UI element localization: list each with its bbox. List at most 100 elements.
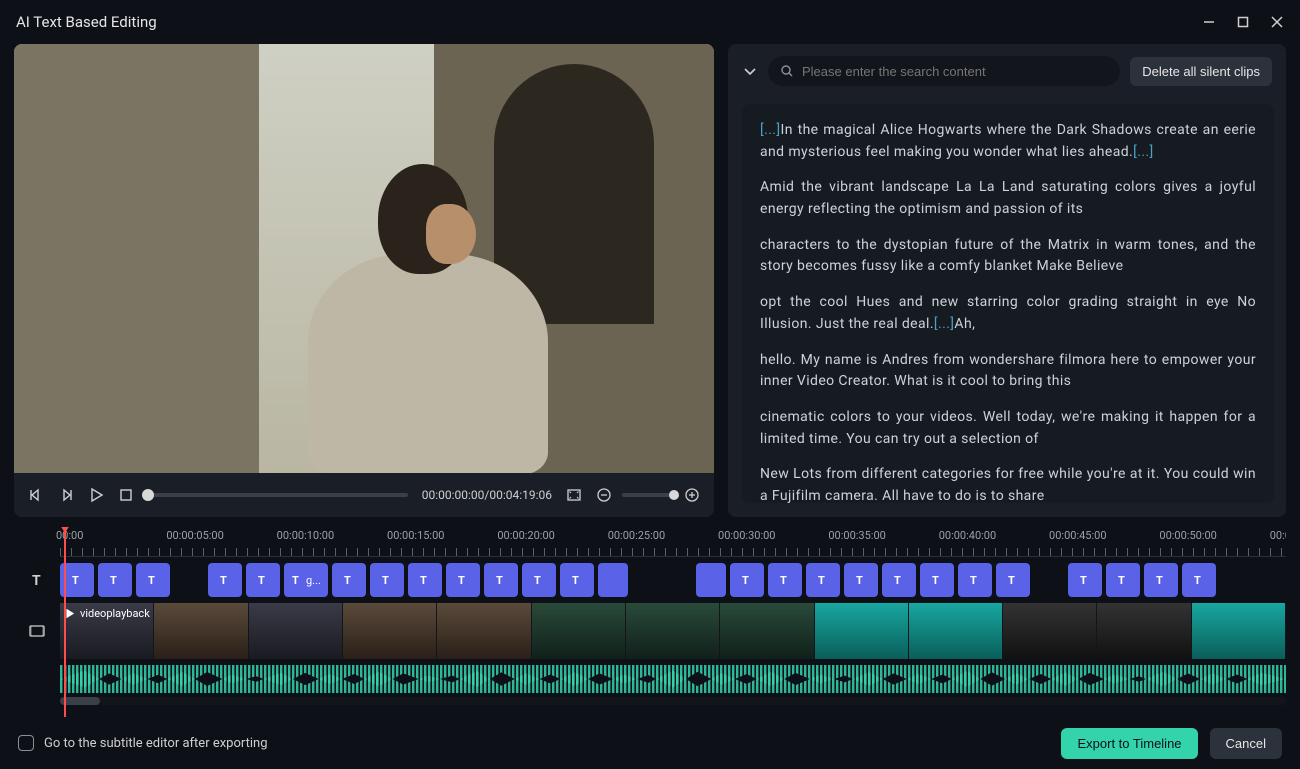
svg-text:T: T (220, 574, 227, 587)
svg-text:T: T (496, 574, 503, 587)
svg-text:T: T (932, 574, 939, 587)
transcript-body[interactable]: [...]In the magical Alice Hogwarts where… (742, 104, 1274, 503)
text-track: T T T T T T Tg... T T T T T T T T T T T … (14, 563, 1286, 597)
timeline-scrollbar[interactable] (60, 697, 1286, 705)
ruler-label: 00:00:20:00 (497, 529, 554, 542)
text-clip[interactable]: T (446, 563, 480, 597)
chevron-down-icon[interactable] (742, 63, 758, 79)
audio-waveform[interactable] (60, 665, 1286, 693)
text-clip[interactable]: T (920, 563, 954, 597)
text-clip[interactable]: T (522, 563, 556, 597)
transcript-line[interactable]: Amid the vibrant landscape La La Land sa… (760, 177, 1256, 220)
transcript-line[interactable]: opt the cool Hues and new starring color… (760, 294, 1256, 332)
svg-text:T: T (780, 574, 787, 587)
titlebar: AI Text Based Editing (0, 0, 1300, 44)
text-clip[interactable]: T (484, 563, 518, 597)
text-clip[interactable]: T (408, 563, 442, 597)
transcript-line[interactable]: hello. My name is Andres from wondershar… (760, 350, 1256, 393)
text-clip[interactable]: T (844, 563, 878, 597)
subtitle-editor-label: Go to the subtitle editor after exportin… (44, 736, 268, 751)
ruler-label: 00:00:45:00 (1049, 529, 1106, 542)
text-clip[interactable]: T (996, 563, 1030, 597)
text-clip-gap (174, 563, 204, 597)
zoom-slider[interactable] (622, 493, 674, 497)
svg-text:T: T (382, 574, 389, 587)
search-input[interactable] (802, 64, 1108, 79)
fit-screen-icon[interactable] (566, 487, 582, 503)
maximize-icon[interactable] (1236, 15, 1250, 29)
video-clip-label: videoplayback (64, 607, 150, 620)
text-clip[interactable]: T (768, 563, 802, 597)
text-clip[interactable]: T (1068, 563, 1102, 597)
svg-text:T: T (292, 574, 299, 587)
video-preview[interactable] (14, 44, 714, 473)
svg-text:T: T (32, 573, 41, 588)
text-clip[interactable]: T (730, 563, 764, 597)
text-clip-label: g... (306, 574, 321, 587)
video-track-icon (14, 603, 60, 659)
subtitle-editor-checkbox[interactable] (18, 735, 34, 751)
text-clip[interactable]: T (882, 563, 916, 597)
ellipsis-marker: [...] (760, 122, 781, 138)
text-clip[interactable]: Tg... (284, 563, 328, 597)
transcript-line[interactable]: New Lots from different categories for f… (760, 464, 1256, 503)
main-area: 00:00:00:00/00:04:19:06 Delete all silen… (0, 44, 1300, 517)
zoom-out-icon[interactable] (596, 487, 612, 503)
timeline-ruler[interactable]: 00:00 00:00:05:00 00:00:10:00 00:00:15:0… (60, 527, 1286, 557)
text-clip-gap (632, 563, 692, 597)
svg-text:T: T (258, 574, 265, 587)
text-clip-gap (1034, 563, 1064, 597)
transcript-line[interactable]: In the magical Alice Hogwarts where the … (760, 122, 1256, 160)
text-clip[interactable]: T (246, 563, 280, 597)
window-title: AI Text Based Editing (16, 13, 157, 31)
transcript-line[interactable]: characters to the dystopian future of th… (760, 235, 1256, 278)
text-clip[interactable]: T (806, 563, 840, 597)
svg-text:T: T (856, 574, 863, 587)
text-clip[interactable]: T (370, 563, 404, 597)
close-icon[interactable] (1270, 15, 1284, 29)
text-clip[interactable]: T (1144, 563, 1178, 597)
minimize-icon[interactable] (1202, 15, 1216, 29)
text-clip[interactable]: T (332, 563, 366, 597)
next-frame-icon[interactable] (58, 487, 74, 503)
ruler-label: 00:00:50:00 (1159, 529, 1216, 542)
zoom-in-icon[interactable] (684, 487, 700, 503)
search-box[interactable] (768, 56, 1120, 86)
search-icon (780, 64, 794, 78)
text-clip[interactable] (696, 563, 726, 597)
svg-text:T: T (742, 574, 749, 587)
playhead[interactable] (64, 527, 66, 717)
text-clip[interactable]: T (1106, 563, 1140, 597)
svg-text:T: T (1008, 574, 1015, 587)
ruler-label: 00:00:40:00 (939, 529, 996, 542)
text-clip[interactable]: T (958, 563, 992, 597)
transcript-line[interactable]: Ah, (954, 316, 975, 332)
text-clip[interactable]: T (1182, 563, 1216, 597)
text-clip[interactable]: T (136, 563, 170, 597)
preview-panel: 00:00:00:00/00:04:19:06 (14, 44, 714, 517)
svg-text:T: T (72, 574, 79, 587)
svg-text:T: T (1118, 574, 1125, 587)
svg-text:T: T (894, 574, 901, 587)
text-clip[interactable]: T (98, 563, 132, 597)
progress-slider[interactable] (148, 493, 408, 497)
text-clip[interactable]: T (560, 563, 594, 597)
svg-text:T: T (420, 574, 427, 587)
text-clip[interactable] (598, 563, 628, 597)
text-clip[interactable]: T (208, 563, 242, 597)
stop-icon[interactable] (118, 487, 134, 503)
svg-text:T: T (534, 574, 541, 587)
svg-text:T: T (1080, 574, 1087, 587)
transcript-header: Delete all silent clips (728, 44, 1286, 98)
cancel-button[interactable]: Cancel (1210, 728, 1282, 759)
prev-frame-icon[interactable] (28, 487, 44, 503)
svg-text:T: T (818, 574, 825, 587)
svg-text:T: T (344, 574, 351, 587)
play-icon[interactable] (88, 487, 104, 503)
video-clip[interactable]: videoplayback (60, 603, 1286, 659)
transcript-line[interactable]: cinematic colors to your videos. Well to… (760, 407, 1256, 450)
delete-silent-button[interactable]: Delete all silent clips (1130, 57, 1272, 86)
timeline-panel: 00:00 00:00:05:00 00:00:10:00 00:00:15:0… (14, 527, 1286, 717)
export-button[interactable]: Export to Timeline (1061, 728, 1197, 759)
svg-text:T: T (1156, 574, 1163, 587)
